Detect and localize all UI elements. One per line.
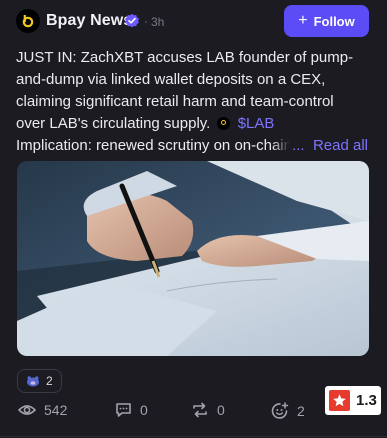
post-text-line: claiming significant retail harm and tea… xyxy=(16,93,334,110)
post-text-line-truncated: Implication: renewed scrutiny on on-chai… xyxy=(16,135,374,157)
post-card: Bpay News · 3h + Follow JUST IN: ZachXBT… xyxy=(0,0,387,438)
likes-count: 2 xyxy=(297,403,305,419)
verified-badge-icon xyxy=(125,13,139,28)
follow-button[interactable]: + Follow xyxy=(284,5,369,37)
bpay-logo-icon xyxy=(22,15,34,28)
repost-button[interactable]: 0 xyxy=(191,402,225,418)
ellipsis: ... xyxy=(292,137,305,154)
plus-icon: + xyxy=(298,11,308,29)
views-count: 542 xyxy=(44,402,68,418)
read-all-link[interactable]: ... Read all xyxy=(272,135,368,157)
reaction-count: 2 xyxy=(46,374,53,388)
reposts-count: 0 xyxy=(217,402,225,418)
signing-document-photo xyxy=(17,161,369,356)
views-stat: 542 xyxy=(18,402,67,418)
post-text-line: over LAB's circulating supply. xyxy=(16,115,211,132)
author-avatar[interactable] xyxy=(16,9,40,33)
repost-icon xyxy=(193,402,207,418)
add-reaction-icon xyxy=(271,402,289,419)
divider xyxy=(0,436,387,437)
star-icon xyxy=(329,390,350,411)
cashtag-link[interactable]: $LAB xyxy=(238,115,275,132)
comment-icon xyxy=(116,403,131,417)
read-all-label: Read all xyxy=(312,137,368,154)
bear-emoji-icon xyxy=(27,376,39,387)
comments-count: 0 xyxy=(140,402,148,418)
post-text: JUST IN: ZachXBT accuses LAB founder of … xyxy=(16,47,374,157)
post-text-line: JUST IN: ZachXBT accuses LAB founder of … xyxy=(16,49,354,66)
implication-text: Implication: renewed scrutiny on on-chai… xyxy=(16,137,292,154)
reaction-chip[interactable]: 2 xyxy=(17,369,62,393)
add-reaction-button[interactable]: 2 xyxy=(271,402,305,420)
comment-button[interactable]: 0 xyxy=(115,402,148,418)
author-name[interactable]: Bpay News xyxy=(46,12,132,30)
time-separator: · xyxy=(144,14,148,28)
rating-value: 1.3 xyxy=(356,392,377,409)
eye-icon xyxy=(18,405,36,415)
rating-badge[interactable]: 1.3 xyxy=(325,386,381,415)
post-image[interactable] xyxy=(17,161,369,356)
lab-coin-icon xyxy=(216,117,230,130)
post-time: 3h xyxy=(151,15,165,29)
post-text-line-with-tag: over LAB's circulating supply. $LAB xyxy=(16,113,374,135)
post-text-line: and-dump via linked wallet deposits on a… xyxy=(16,71,326,88)
follow-label: Follow xyxy=(313,13,355,29)
